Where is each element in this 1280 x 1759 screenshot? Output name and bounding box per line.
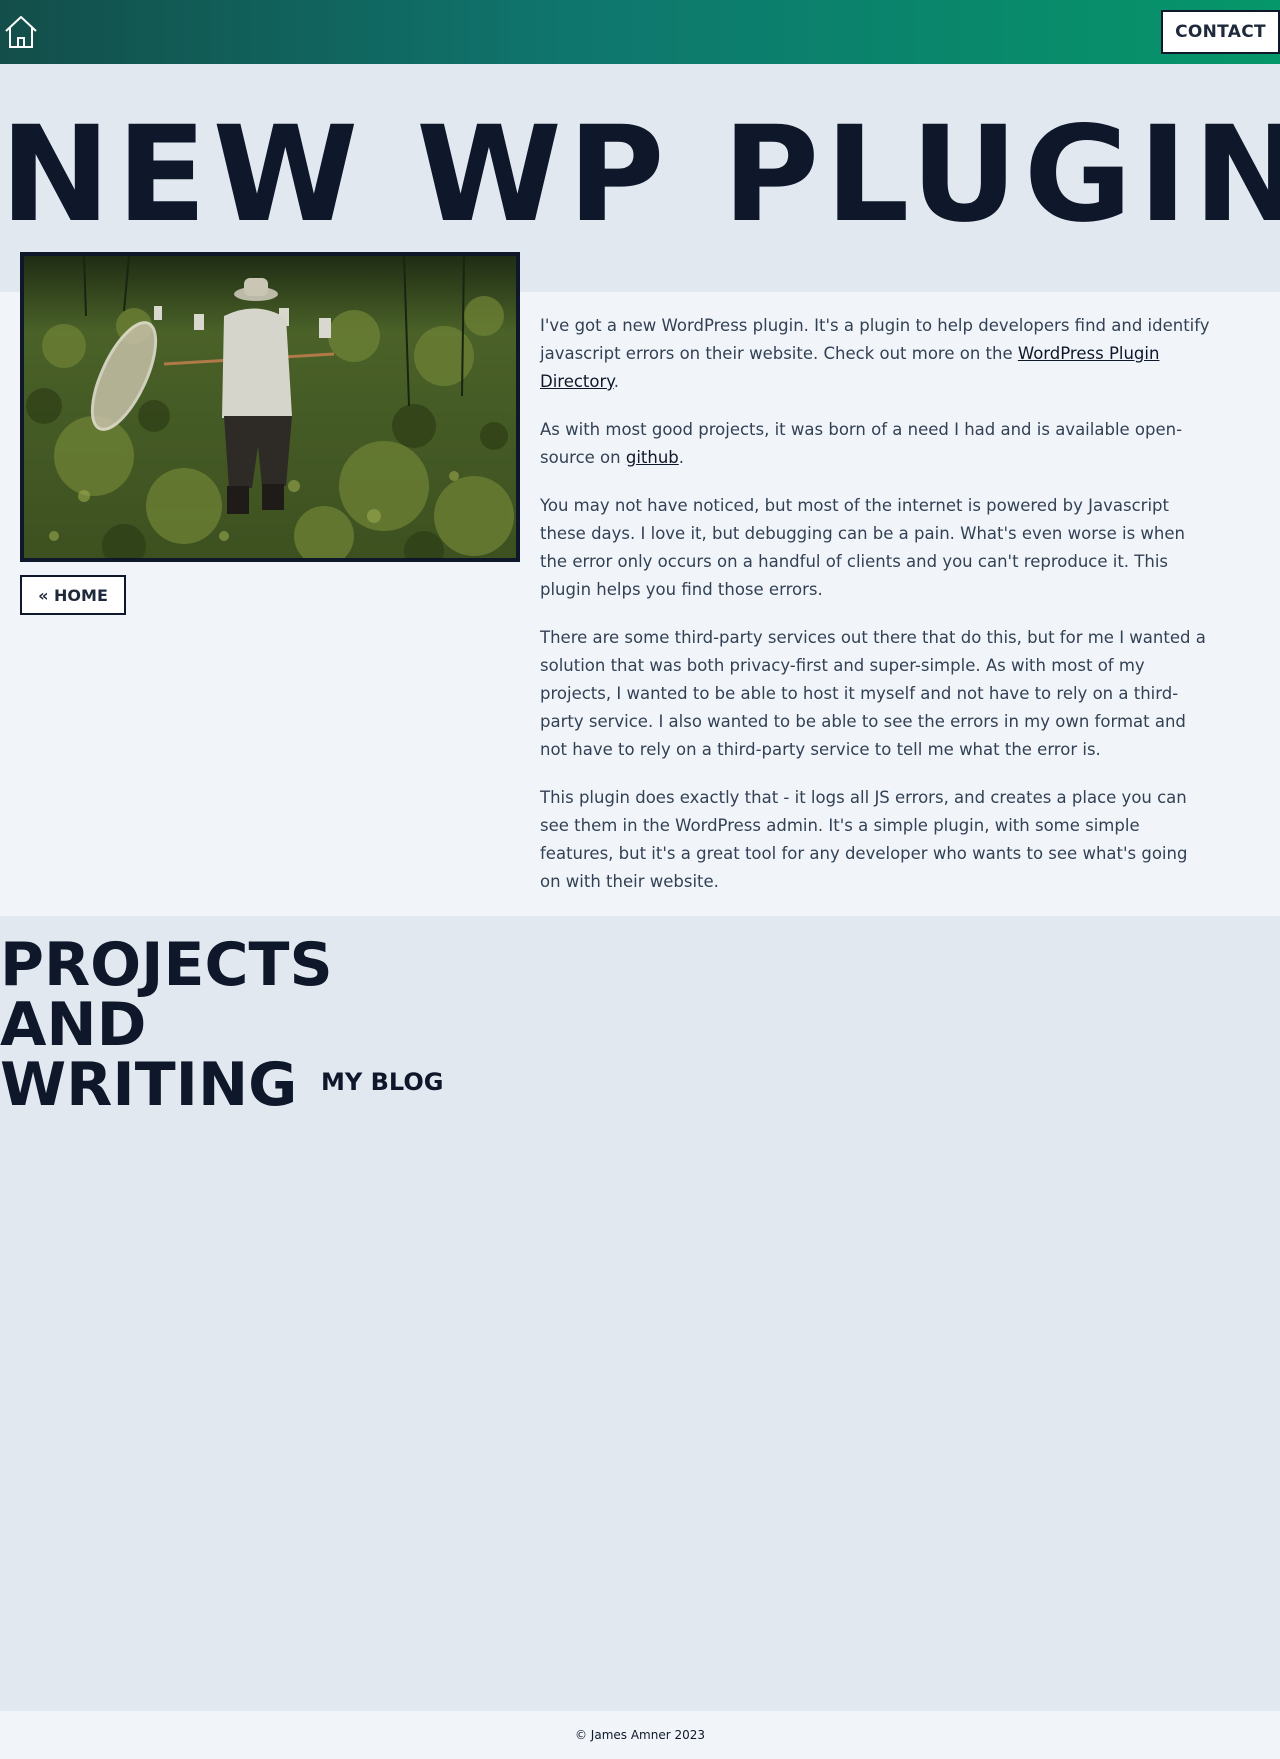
- back-home-button[interactable]: « HOME: [20, 575, 126, 615]
- featured-image: [20, 252, 520, 562]
- article-paragraph: This plugin does exactly that - it logs …: [540, 788, 1188, 891]
- article-body: I've got a new WordPress plugin. It's a …: [540, 312, 1210, 916]
- page-title: NEW WP PLUGIN: [0, 98, 1280, 252]
- article-paragraph: You may not have noticed, but most of th…: [540, 496, 1185, 599]
- projects-heading: PROJECTS AND WRITING: [0, 930, 333, 1120]
- home-icon[interactable]: [3, 14, 39, 50]
- github-link[interactable]: github: [626, 448, 679, 467]
- article-paragraph: As with most good projects, it was born …: [540, 420, 1183, 467]
- my-blog-link[interactable]: MY BLOG: [321, 1068, 443, 1096]
- contact-button[interactable]: CONTACT: [1161, 10, 1280, 54]
- copyright-text: © James Amner 2023: [574, 1728, 706, 1742]
- article-paragraph: There are some third-party services out …: [540, 628, 1206, 759]
- footer: © James Amner 2023: [0, 1711, 1280, 1759]
- article-paragraph: I've got a new WordPress plugin. It's a …: [540, 316, 1210, 391]
- top-navbar: CONTACT: [0, 0, 1280, 64]
